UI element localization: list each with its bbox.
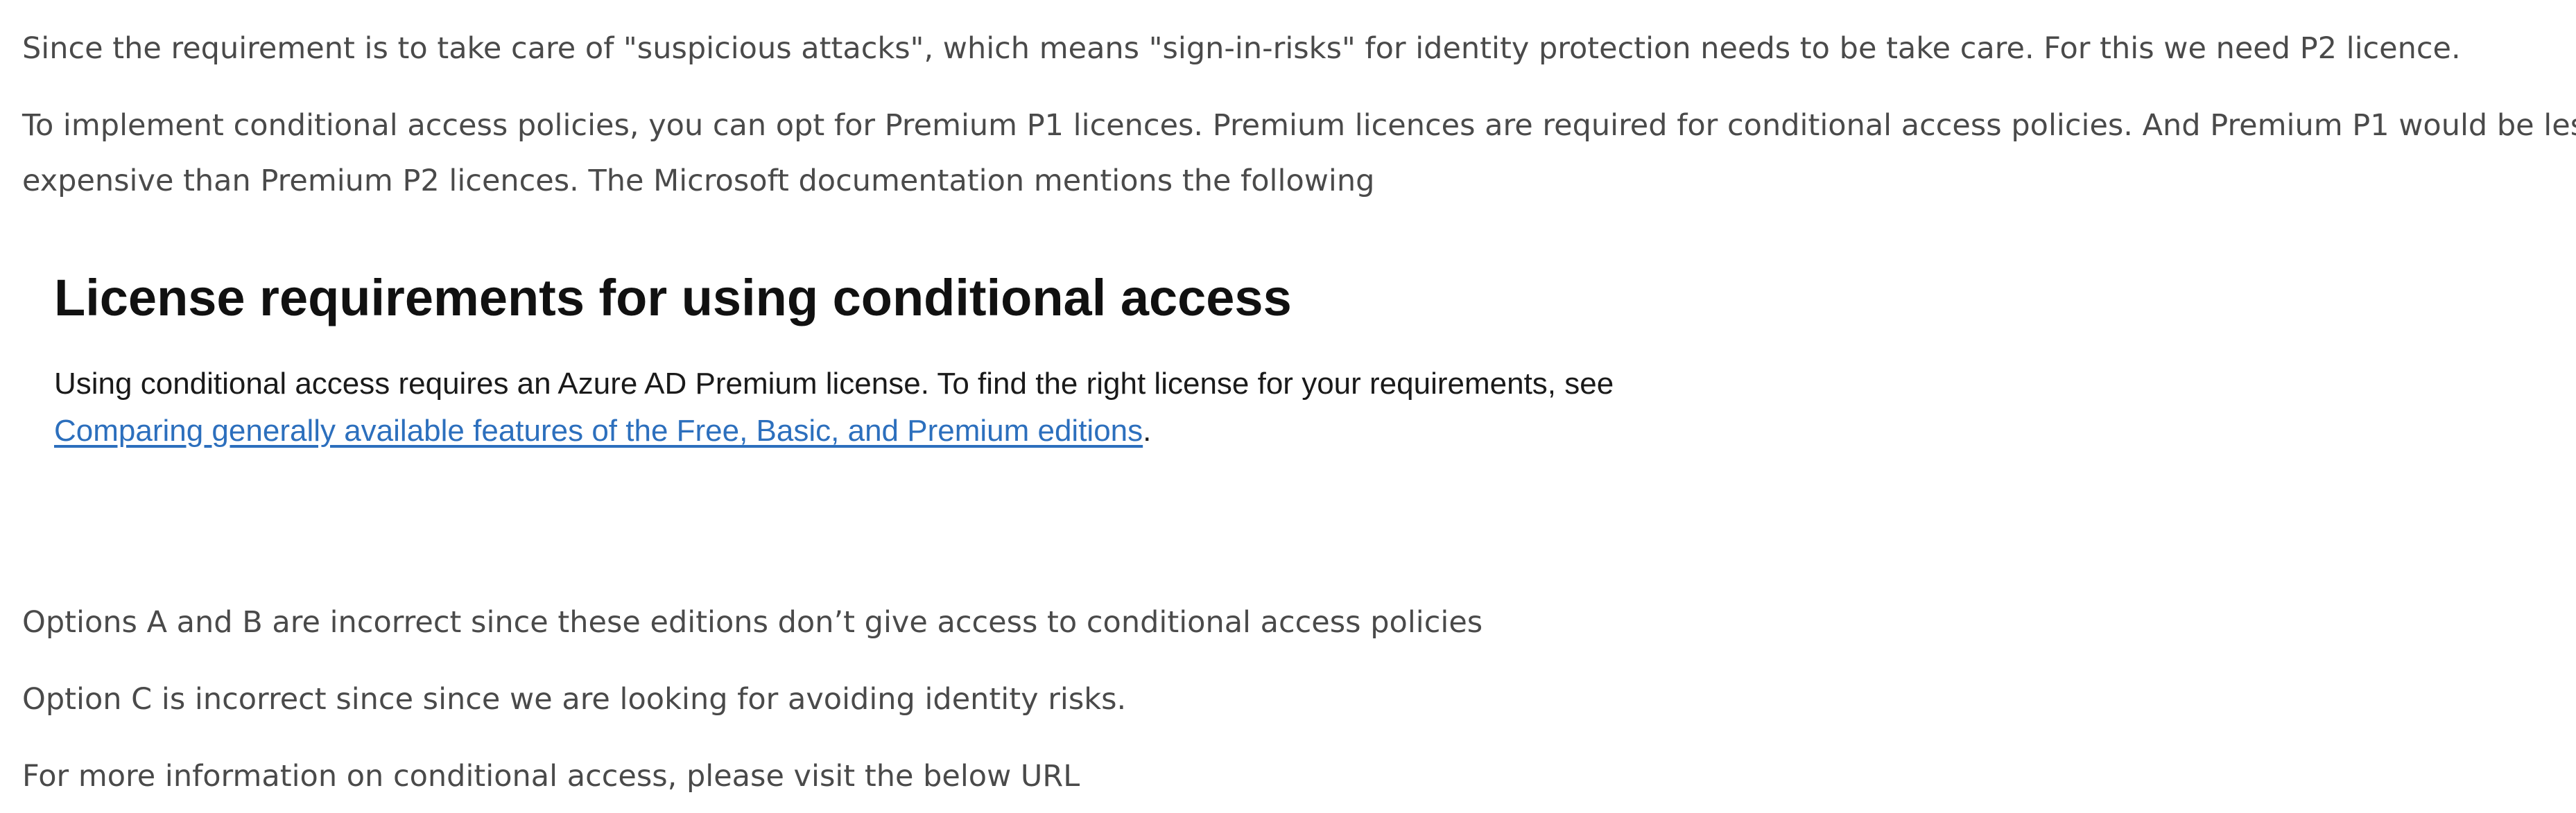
embedded-doc-link-line: Comparing generally available features o… [54,408,1151,455]
explanation-options-a-b-incorrect: Options A and B are incorrect since thes… [22,605,1483,640]
embedded-doc-heading: License requirements for using condition… [54,269,1292,326]
more-information-text: For more information on conditional acce… [22,759,1080,794]
explanation-option-c-incorrect: Option C is incorrect since since we are… [22,682,1127,717]
link-trailing-period: . [1143,414,1152,448]
comparing-editions-link[interactable]: Comparing generally available features o… [54,414,1143,448]
explanation-paragraph-p1-line-2: expensive than Premium P2 licences. The … [22,164,1375,198]
embedded-documentation-excerpt: License requirements for using condition… [54,256,1718,464]
explanation-paragraph-p2-requirement: Since the requirement is to take care of… [22,31,2461,66]
explanation-paragraph-p1-line-1: To implement conditional access policies… [22,108,2576,143]
embedded-doc-body-text: Using conditional access requires an Azu… [54,367,1614,401]
